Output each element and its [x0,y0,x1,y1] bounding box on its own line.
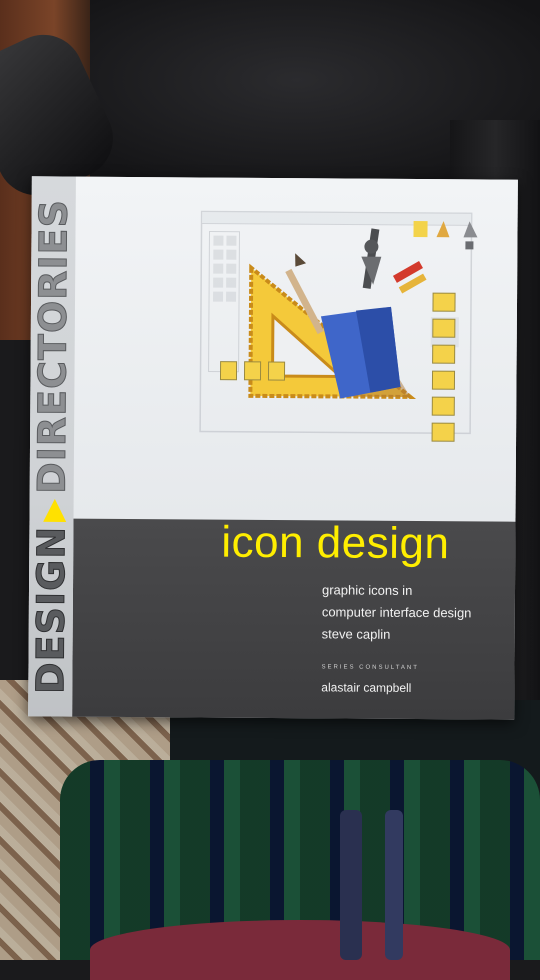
subtitle-line: computer interface design [321,604,472,621]
spine-title: DESIGN ▶ DIRECTORIES [28,198,76,695]
spine-word-directories: DIRECTORIES [29,198,76,494]
maroon-fabric [90,920,510,980]
document-icons-left [219,361,286,381]
spine-arrow-icon: ▶ [35,497,71,522]
pen-nib-icon [361,228,382,289]
book-cover: DESIGN ▶ DIRECTORIES icon design graphic i… [28,176,518,720]
colored-pencils-icon [392,261,427,294]
spine-word-design: DESIGN [28,525,74,695]
book-spine: DESIGN ▶ DIRECTORIES [28,176,76,717]
subtitle-line: graphic icons in [321,582,413,598]
strap [340,810,362,960]
book-title: icon design [221,517,450,569]
author-name: steve caplin [321,626,391,642]
strap [385,810,403,960]
series-consultant-name: alastair campbell [321,680,412,695]
document-icons [431,292,456,442]
cover-illustration [199,210,478,442]
series-consultant-label: SERIES CONSULTANT [321,664,419,672]
